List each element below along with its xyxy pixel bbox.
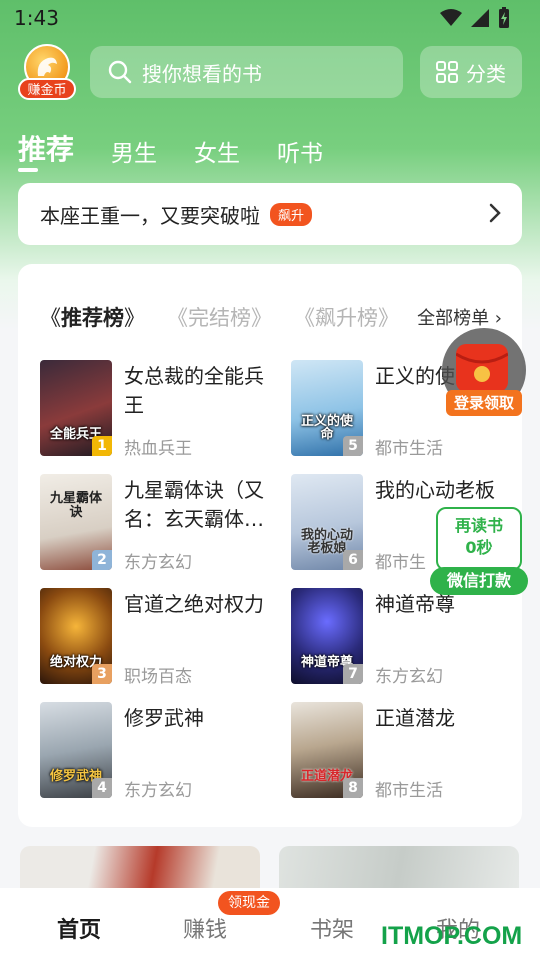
chevron-right-icon (489, 203, 501, 223)
site-watermark: ITMOP.COM (381, 922, 523, 950)
red-envelope-icon (455, 344, 509, 392)
book-cover: 全能兵王 1 (40, 360, 112, 456)
category-label: 分类 (466, 61, 506, 86)
book-cover: 正道潜龙 8 (291, 702, 363, 798)
book-genre: 东方玄幻 (124, 553, 192, 573)
login-reward-label: 登录领取 (446, 390, 522, 416)
book-title: 正道潜龙 (375, 706, 455, 730)
nav-bookshelf[interactable]: 书架 (310, 912, 354, 944)
rising-badge: 飙升 (270, 202, 313, 226)
wifi-icon (440, 9, 462, 26)
reading-reward-float[interactable]: 再读书 0秒 微信打款 (430, 507, 528, 597)
book-genre: 东方玄幻 (124, 781, 192, 801)
reading-timer: 再读书 0秒 (436, 507, 522, 571)
status-icons (440, 7, 510, 29)
search-bar[interactable]: 搜你想看的书 (90, 46, 403, 98)
book-title: 女总裁的全能兵王 (124, 364, 264, 417)
ranking-tabs: 《推荐榜》 《完结榜》 《飙升榜》 (40, 302, 421, 332)
category-button[interactable]: 分类 (420, 46, 522, 98)
book-item[interactable]: 九星霸体诀 2 九星霸体诀（又名：玄天霸体… 东方玄幻 (40, 474, 280, 574)
reading-timer-line2: 0秒 (465, 538, 493, 557)
notice-text: 本座王重一，又要突破啦 (40, 203, 260, 228)
nav-earn[interactable]: 赚钱 (183, 912, 227, 944)
status-time: 1:43 (14, 6, 59, 30)
book-cover: 我的心动老板娘 6 (291, 474, 363, 570)
active-tab-indicator (18, 168, 38, 172)
trending-notice[interactable]: 本座王重一，又要突破啦 飙升 (18, 183, 522, 245)
book-title: 九星霸体诀（又名：玄天霸体… (124, 478, 264, 531)
book-title: 我的心动老板 (375, 478, 495, 502)
rank-number: 7 (343, 664, 363, 684)
reading-timer-line1: 再读书 (454, 516, 503, 535)
book-genre: 热血兵王 (124, 439, 192, 459)
book-title: 官道之绝对权力 (124, 592, 264, 616)
rank-number: 3 (92, 664, 112, 684)
search-placeholder: 搜你想看的书 (142, 61, 262, 86)
tab-male[interactable]: 男生 (111, 134, 157, 168)
battery-icon (499, 7, 509, 28)
signal-icon (471, 9, 489, 27)
book-item[interactable]: 绝对权力 3 官道之绝对权力 职场百态 (40, 588, 280, 688)
search-icon (108, 60, 132, 84)
rank-number: 2 (92, 550, 112, 570)
status-bar: 1:43 (0, 0, 540, 36)
book-cover: 正义的使命 5 (291, 360, 363, 456)
cover-title: 九星霸体诀 (49, 491, 102, 520)
book-genre: 都市生活 (375, 781, 443, 801)
tab-completed-rank[interactable]: 《完结榜》 (167, 302, 272, 332)
book-item[interactable]: 修罗武神 4 修罗武神 东方玄幻 (40, 702, 280, 802)
book-cover: 绝对权力 3 (40, 588, 112, 684)
book-genre: 都市生 (375, 553, 426, 573)
book-title: 修罗武神 (124, 706, 204, 730)
rank-number: 5 (343, 436, 363, 456)
wechat-payout-label: 微信打款 (430, 567, 528, 595)
book-cover: 九星霸体诀 2 (40, 474, 112, 570)
rank-number: 4 (92, 778, 112, 798)
tab-audiobook[interactable]: 听书 (277, 134, 323, 168)
tab-recommend[interactable]: 推荐 (18, 128, 74, 168)
tab-female[interactable]: 女生 (194, 134, 240, 168)
book-genre: 都市生活 (375, 439, 443, 459)
book-item[interactable]: 神道帝尊 7 神道帝尊 东方玄幻 (291, 588, 531, 688)
book-genre: 职场百态 (124, 667, 192, 687)
tab-rising-rank[interactable]: 《飙升榜》 (294, 302, 399, 332)
all-rankings-link[interactable]: 全部榜单 › (417, 304, 502, 330)
channel-tabs: 推荐 男生 女生 听书 (18, 128, 360, 168)
rank-number: 1 (92, 436, 112, 456)
book-item[interactable]: 正道潜龙 8 正道潜龙 都市生活 (291, 702, 531, 802)
tab-recommend-rank[interactable]: 《推荐榜》 (40, 302, 145, 332)
book-item[interactable]: 全能兵王 1 女总裁的全能兵王 热血兵王 (40, 360, 280, 460)
book-genre: 东方玄幻 (375, 667, 443, 687)
book-cover: 神道帝尊 7 (291, 588, 363, 684)
earn-coins-label: 赚金币 (18, 78, 76, 100)
cash-reward-badge: 领现金 (218, 891, 280, 915)
rank-number: 8 (343, 778, 363, 798)
book-cover: 修罗武神 4 (40, 702, 112, 798)
login-reward-float[interactable]: 登录领取 (440, 328, 528, 418)
rank-number: 6 (343, 550, 363, 570)
nav-home[interactable]: 首页 (57, 912, 101, 944)
grid-icon (436, 61, 458, 83)
earn-coins-button[interactable]: 赚金币 (18, 44, 78, 100)
